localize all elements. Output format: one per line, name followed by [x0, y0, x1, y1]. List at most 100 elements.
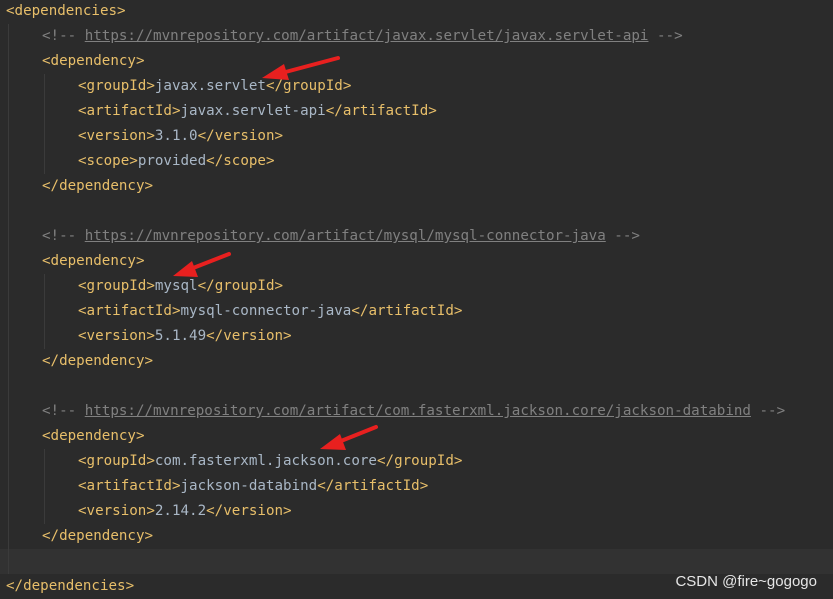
tag-value: jackson-databind	[180, 478, 318, 494]
watermark: CSDN @fire~gogogo	[675, 573, 817, 590]
tag-bracket: >	[453, 303, 463, 319]
code-content: <artifactId>mysql-connector-java</artifa…	[78, 299, 462, 324]
code-line[interactable]: <artifactId>jackson-databind</artifactId…	[0, 474, 833, 499]
tag-bracket: <	[78, 503, 87, 519]
tag-bracket: >	[117, 3, 126, 19]
indent-guide	[8, 549, 9, 574]
code-line[interactable]: <groupId>mysql</groupId>	[0, 274, 833, 299]
code-line[interactable]: </dependency>	[0, 174, 833, 199]
code-line[interactable]	[0, 199, 833, 224]
tag-bracket: </	[376, 453, 395, 469]
code-content: <dependency>	[42, 424, 145, 449]
code-line[interactable]: <dependency>	[0, 424, 833, 449]
code-line[interactable]	[0, 549, 833, 574]
tag-value: javax.servlet	[154, 78, 266, 94]
tag-value: mysql	[154, 278, 198, 294]
tag-bracket: <	[78, 303, 87, 319]
code-editor[interactable]: <dependencies> <!-- https://mvnrepository…	[0, 0, 833, 599]
tag-bracket: >	[274, 128, 284, 144]
indent-guide	[8, 324, 9, 349]
tag-bracket: </	[42, 528, 60, 544]
indent-guide	[44, 74, 45, 99]
tag-bracket: </	[317, 478, 335, 494]
code-line[interactable]: <!-- https://mvnrepository.com/artifact/…	[0, 399, 833, 424]
tag-bracket: >	[135, 253, 145, 269]
tag-name: version	[214, 128, 275, 144]
indent-guide	[8, 49, 9, 74]
tag-bracket: <	[78, 278, 87, 294]
indent-guide	[8, 299, 9, 324]
tag-name: dependencies	[23, 578, 126, 594]
tag-name: groupId	[214, 278, 275, 294]
tag-name: groupId	[283, 78, 343, 94]
tag-name: dependency	[50, 428, 136, 444]
code-line[interactable]: <dependency>	[0, 49, 833, 74]
comment-open: <!--	[42, 228, 85, 244]
tag-bracket: </	[206, 328, 224, 344]
code-line[interactable]: <!-- https://mvnrepository.com/artifact/…	[0, 224, 833, 249]
indent-guide	[8, 474, 9, 499]
indent-guide	[8, 424, 9, 449]
code-line[interactable]: <version>2.14.2</version>	[0, 499, 833, 524]
tag-bracket: <	[42, 428, 51, 444]
comment-link[interactable]: https://mvnrepository.com/artifact/com.f…	[85, 403, 751, 419]
code-content: </dependency>	[42, 524, 153, 549]
indent-guide	[8, 524, 9, 549]
tag-bracket: >	[129, 153, 138, 169]
code-content: <!-- https://mvnrepository.com/artifact/…	[42, 399, 785, 424]
indent-guide	[8, 224, 9, 249]
tag-value: com.fasterxml.jackson.core	[154, 453, 377, 469]
tag-bracket: <	[78, 128, 87, 144]
code-line[interactable]: </dependency>	[0, 524, 833, 549]
indent-guide	[8, 374, 9, 399]
indent-guide	[8, 349, 9, 374]
tag-bracket: <	[6, 3, 15, 19]
tag-bracket: <	[42, 53, 51, 69]
comment-link[interactable]: https://mvnrepository.com/artifact/mysql…	[85, 228, 606, 244]
tag-name: artifactId	[334, 478, 420, 494]
code-line[interactable]: <scope>provided</scope>	[0, 149, 833, 174]
tag-name: groupId	[86, 278, 147, 294]
indent-guide	[8, 124, 9, 149]
code-line[interactable]: <dependency>	[0, 249, 833, 274]
tag-value: provided	[137, 153, 207, 169]
tag-bracket: <	[78, 153, 87, 169]
tag-name: dependency	[59, 353, 145, 369]
code-content: <dependencies>	[6, 0, 126, 24]
code-line[interactable]: <groupId>javax.servlet</groupId>	[0, 74, 833, 99]
tag-bracket: >	[283, 503, 292, 519]
code-line[interactable]	[0, 374, 833, 399]
indent-guide	[8, 274, 9, 299]
tag-bracket: >	[171, 103, 181, 119]
tag-value: 2.14.2	[154, 503, 207, 519]
tag-name: dependency	[59, 528, 145, 544]
tag-name: scope	[223, 153, 266, 169]
indent-guide	[8, 199, 9, 224]
indent-guide	[8, 499, 9, 524]
indent-guide	[8, 24, 9, 49]
code-line[interactable]: <artifactId>javax.servlet-api</artifactI…	[0, 99, 833, 124]
indent-guide	[44, 149, 45, 174]
code-line[interactable]: <version>5.1.49</version>	[0, 324, 833, 349]
tag-bracket: >	[342, 78, 352, 94]
tag-bracket: >	[146, 328, 155, 344]
tag-name: groupId	[86, 78, 147, 94]
tag-name: groupId	[394, 453, 454, 469]
code-line[interactable]: </dependency>	[0, 349, 833, 374]
code-line[interactable]: <version>3.1.0</version>	[0, 124, 833, 149]
comment-link[interactable]: https://mvnrepository.com/artifact/javax…	[85, 28, 649, 44]
tag-bracket: <	[42, 253, 51, 269]
tag-bracket: >	[125, 578, 135, 594]
tag-bracket: >	[265, 153, 275, 169]
code-line[interactable]: <dependencies>	[0, 0, 833, 24]
code-line[interactable]: <groupId>com.fasterxml.jackson.core</gro…	[0, 449, 833, 474]
code-line[interactable]: <artifactId>mysql-connector-java</artifa…	[0, 299, 833, 324]
indent-guide	[8, 449, 9, 474]
tag-value: 3.1.0	[154, 128, 198, 144]
tag-value: 5.1.49	[154, 328, 207, 344]
tag-bracket: </	[6, 578, 24, 594]
tag-bracket: >	[283, 328, 292, 344]
tag-bracket: </	[42, 353, 60, 369]
code-content: </dependency>	[42, 349, 153, 374]
code-line[interactable]: <!-- https://mvnrepository.com/artifact/…	[0, 24, 833, 49]
